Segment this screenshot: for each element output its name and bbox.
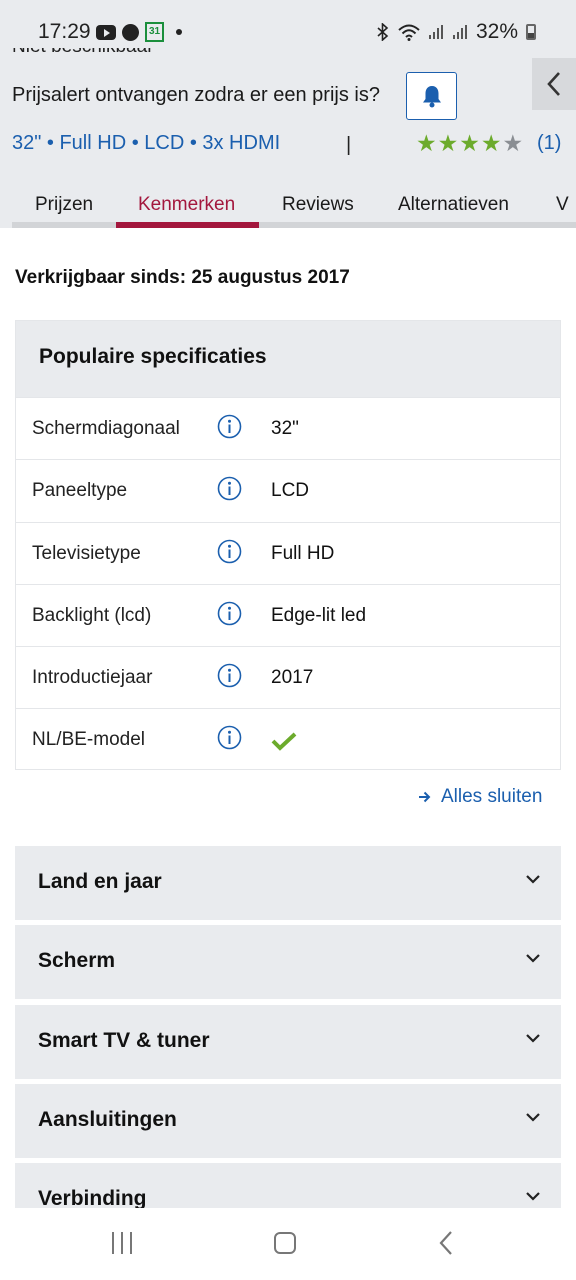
spec-label: NL/BE-model bbox=[32, 729, 145, 751]
spec-label: Backlight (lcd) bbox=[32, 604, 152, 626]
spec-value: 2017 bbox=[271, 667, 314, 689]
tab-overflow[interactable]: V bbox=[556, 194, 569, 216]
wifi-icon bbox=[398, 24, 420, 41]
spec-row: Schermdiagonaal 32" bbox=[16, 397, 560, 459]
spec-label: Televisietype bbox=[32, 542, 141, 564]
spec-label: Schermdiagonaal bbox=[32, 418, 180, 439]
signal-icon-1 bbox=[428, 25, 443, 39]
system-icons: 32% bbox=[376, 20, 536, 44]
star-icon: ★ bbox=[480, 130, 502, 156]
chevron-down-icon bbox=[526, 1113, 540, 1122]
accordion-title: Smart TV & tuner bbox=[38, 1029, 210, 1052]
star-empty-icon: ★ bbox=[502, 130, 524, 156]
availability-text: Niet beschikbaar bbox=[12, 48, 154, 58]
spec-value: Edge-lit led bbox=[271, 604, 367, 626]
recent-apps-button[interactable] bbox=[112, 1232, 132, 1254]
star-icon: ★ bbox=[459, 130, 480, 156]
info-icon[interactable] bbox=[217, 414, 242, 439]
arrow-right-icon bbox=[419, 791, 431, 803]
available-since: Verkrijgbaar sinds: 25 augustus 2017 bbox=[15, 267, 350, 288]
accordion-title: Land en jaar bbox=[38, 870, 162, 893]
spec-row: NL/BE-model bbox=[16, 708, 560, 770]
chevron-left-icon bbox=[547, 72, 560, 96]
price-alert-button[interactable] bbox=[406, 72, 457, 120]
active-tab-indicator bbox=[116, 222, 259, 228]
spec-value: 32" bbox=[271, 418, 299, 439]
status-time: 17:29 bbox=[38, 20, 91, 43]
chevron-down-icon bbox=[526, 954, 540, 963]
chevron-down-icon bbox=[526, 1034, 540, 1043]
recent-apps-bar bbox=[130, 1232, 132, 1254]
close-all-label: Alles sluiten bbox=[441, 786, 543, 807]
info-icon[interactable] bbox=[217, 663, 242, 688]
accordion-land-en-jaar[interactable]: Land en jaar bbox=[15, 846, 561, 920]
recent-apps-bar bbox=[121, 1232, 123, 1254]
popular-specs-card: Populaire specificaties Schermdiagonaal … bbox=[15, 320, 561, 770]
checkmark-icon bbox=[271, 733, 297, 752]
battery-icon bbox=[526, 24, 536, 40]
tab-alternatieven[interactable]: Alternatieven bbox=[398, 194, 509, 216]
calendar-icon: 31 bbox=[145, 22, 164, 42]
recent-apps-bar bbox=[112, 1232, 114, 1254]
tab-prijzen[interactable]: Prijzen bbox=[35, 194, 93, 216]
spec-row: Backlight (lcd) Edge-lit led bbox=[16, 583, 560, 646]
tab-track bbox=[12, 222, 576, 228]
battery-percentage: 32% bbox=[475, 20, 518, 43]
spec-row: Paneeltype LCD bbox=[16, 459, 560, 521]
star-icon: ★ bbox=[437, 130, 459, 156]
info-icon[interactable] bbox=[217, 601, 242, 626]
info-icon[interactable] bbox=[217, 476, 242, 501]
specs-summary-link[interactable]: 32" • Full HD • LCD • 3x HDMI bbox=[12, 132, 280, 155]
bell-icon bbox=[422, 86, 441, 108]
star-icon: ★ bbox=[416, 130, 437, 156]
popular-specs-title: Populaire specificaties bbox=[16, 321, 560, 397]
review-count-link[interactable]: (1) bbox=[537, 132, 561, 155]
spec-value: LCD bbox=[271, 480, 310, 502]
tab-kenmerken[interactable]: Kenmerken bbox=[138, 194, 235, 216]
tab-bar: Prijzen Kenmerken Reviews Alternatieven … bbox=[0, 180, 576, 228]
accordion-smart-tv-tuner[interactable]: Smart TV & tuner bbox=[15, 1005, 561, 1079]
home-button[interactable] bbox=[274, 1232, 296, 1254]
accordion-title: Scherm bbox=[38, 949, 116, 972]
spec-label: Paneeltype bbox=[32, 480, 128, 502]
price-alert-text: Prijsalert ontvangen zodra er een prijs … bbox=[12, 84, 380, 106]
notification-icons: 31 bbox=[96, 22, 182, 42]
accordion-aansluitingen[interactable]: Aansluitingen bbox=[15, 1084, 561, 1158]
bluetooth-icon bbox=[377, 23, 389, 41]
accordion-scherm[interactable]: Scherm bbox=[15, 925, 561, 999]
spec-row: Televisietype Full HD bbox=[16, 521, 560, 584]
youtube-icon bbox=[96, 24, 116, 40]
info-icon[interactable] bbox=[217, 539, 242, 564]
rating-stars[interactable]: ★ ★ ★ ★ ★ bbox=[416, 130, 523, 156]
more-notifications-dot bbox=[176, 29, 182, 35]
signal-icon-2 bbox=[452, 25, 467, 39]
tab-reviews[interactable]: Reviews bbox=[282, 194, 354, 216]
back-icon[interactable] bbox=[438, 1230, 454, 1256]
chevron-down-icon bbox=[526, 875, 540, 884]
app-notification-icon bbox=[122, 23, 139, 41]
product-header: Niet beschikbaar Prijsalert ontvangen zo… bbox=[0, 48, 576, 228]
close-all-link[interactable]: Alles sluiten bbox=[418, 786, 542, 808]
system-nav-bar bbox=[0, 1208, 576, 1280]
spec-row: Introductiejaar 2017 bbox=[16, 646, 560, 708]
collapse-button[interactable] bbox=[532, 58, 576, 110]
spec-label: Introductiejaar bbox=[32, 667, 153, 689]
separator: | bbox=[346, 134, 352, 156]
chevron-down-icon bbox=[526, 1192, 540, 1201]
accordion-title: Aansluitingen bbox=[38, 1108, 177, 1131]
spec-value: Full HD bbox=[271, 542, 335, 564]
info-icon[interactable] bbox=[217, 725, 242, 750]
